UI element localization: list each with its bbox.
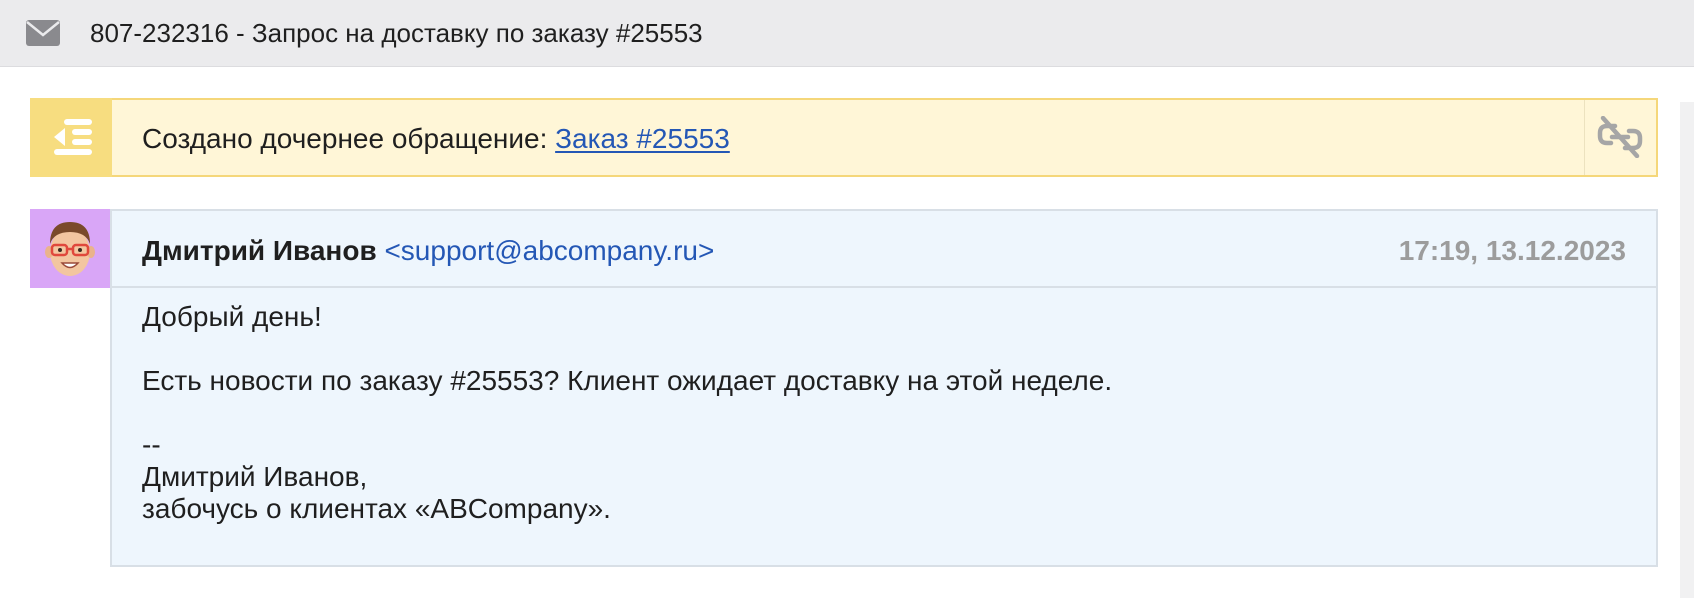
message-greeting: Добрый день! bbox=[142, 301, 322, 332]
ticket-title: 807-232316 - Запрос на доставку по заказ… bbox=[90, 18, 703, 48]
signature-separator: -- bbox=[142, 429, 161, 460]
notice-text: Создано дочернее обращение: Заказ #25553 bbox=[142, 123, 730, 155]
notice-badge bbox=[30, 98, 112, 177]
notice-label: Создано дочернее обращение: bbox=[142, 123, 556, 154]
child-ticket-notice: Создано дочернее обращение: Заказ #25553 bbox=[30, 98, 1658, 177]
outdent-list-icon bbox=[54, 119, 92, 155]
signature-tagline: забочусь о клиентах «ABCompany». bbox=[142, 493, 611, 524]
sender-email[interactable]: <support@abcompany.ru> bbox=[384, 235, 714, 266]
sender-name: Дмитрий Иванов bbox=[142, 235, 377, 266]
message-body: Добрый день! Есть новости по заказу #255… bbox=[142, 301, 1622, 525]
signature-name: Дмитрий Иванов, bbox=[142, 461, 368, 492]
avatar bbox=[30, 209, 110, 288]
message-card: Дмитрий Иванов <support@abcompany.ru> 17… bbox=[110, 209, 1658, 567]
envelope-icon bbox=[26, 20, 60, 46]
message-sender: Дмитрий Иванов <support@abcompany.ru> bbox=[142, 235, 714, 267]
scrollbar-track[interactable] bbox=[1680, 102, 1694, 598]
message-text: Есть новости по заказу #25553? Клиент ож… bbox=[142, 365, 1113, 396]
message-header: Дмитрий Иванов <support@abcompany.ru> 17… bbox=[112, 211, 1656, 288]
message-datetime: 17:19, 13.12.2023 bbox=[1398, 235, 1626, 266]
memoji-avatar-icon bbox=[45, 222, 95, 276]
child-ticket-link[interactable]: Заказ #25553 bbox=[555, 123, 730, 154]
ticket-header: 807-232316 - Запрос на доставку по заказ… bbox=[0, 0, 1694, 67]
unlink-button[interactable] bbox=[1584, 100, 1656, 175]
unlink-icon bbox=[1597, 116, 1643, 158]
